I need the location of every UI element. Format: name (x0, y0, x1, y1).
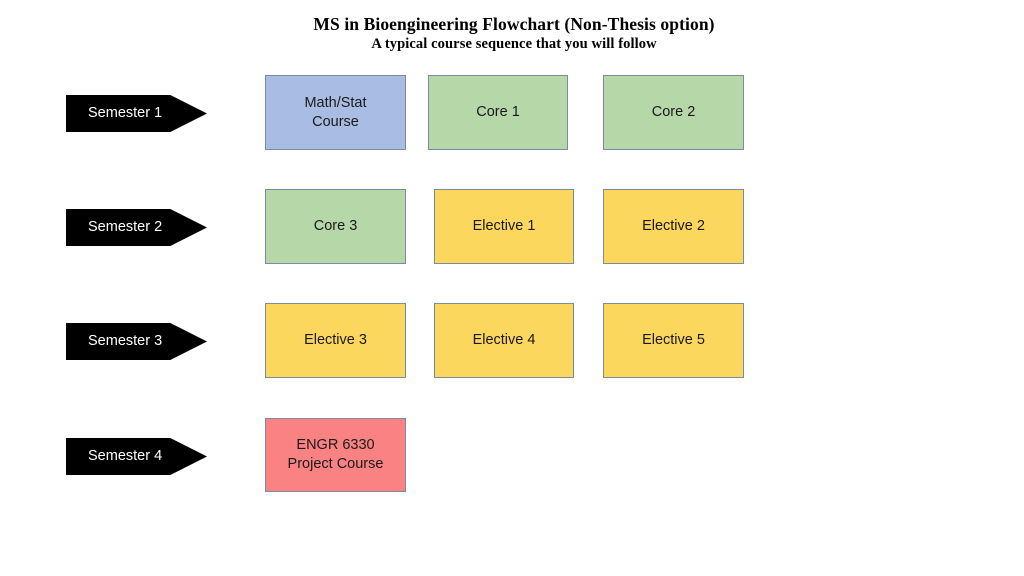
course-box[interactable]: Elective 2 (603, 189, 744, 264)
course-box[interactable]: Elective 4 (434, 303, 574, 378)
course-box-label: Core 2 (651, 104, 696, 120)
course-box[interactable]: Elective 5 (603, 303, 744, 378)
semester-arrow-label: Semester 4 (88, 448, 163, 464)
semester-arrow-3: Semester 3 (66, 323, 207, 360)
page-subtitle: A typical course sequence that you will … (371, 36, 657, 52)
course-box-label: Core 1 (476, 104, 520, 120)
course-box[interactable]: Math/Stat Course (265, 75, 406, 150)
semester-arrow-1: Semester 1 (66, 95, 207, 132)
course-box[interactable]: Elective 1 (434, 189, 574, 264)
flowchart-canvas: MS in Bioengineering Flowchart (Non-Thes… (0, 0, 1024, 576)
course-box-label: Elective 3 (304, 332, 367, 348)
page-title: MS in Bioengineering Flowchart (Non-Thes… (313, 14, 715, 34)
course-box[interactable]: Elective 3 (265, 303, 406, 378)
semester-arrow-label: Semester 2 (88, 219, 163, 235)
course-box-label: Elective 2 (642, 218, 705, 234)
semester-arrow-label: Semester 1 (88, 105, 163, 121)
semester-arrow-2: Semester 2 (66, 209, 207, 246)
course-box[interactable]: Core 3 (265, 189, 406, 264)
course-box-label: Elective 1 (472, 218, 536, 234)
semester-arrow-4: Semester 4 (66, 438, 207, 475)
course-box-label: Elective 5 (642, 332, 705, 348)
course-box[interactable]: Core 1 (428, 75, 568, 150)
semester-arrow-label: Semester 3 (88, 333, 163, 349)
title-block: MS in Bioengineering Flowchart (Non-Thes… (0, 14, 1024, 54)
course-box-label: Math/Stat Course (304, 94, 367, 130)
course-box-label: ENGR 6330 Project Course (287, 437, 384, 472)
course-box[interactable]: ENGR 6330 Project Course (265, 418, 406, 492)
course-box-label: Core 3 (313, 218, 358, 234)
course-box-label: Elective 4 (472, 332, 536, 348)
course-box[interactable]: Core 2 (603, 75, 744, 150)
